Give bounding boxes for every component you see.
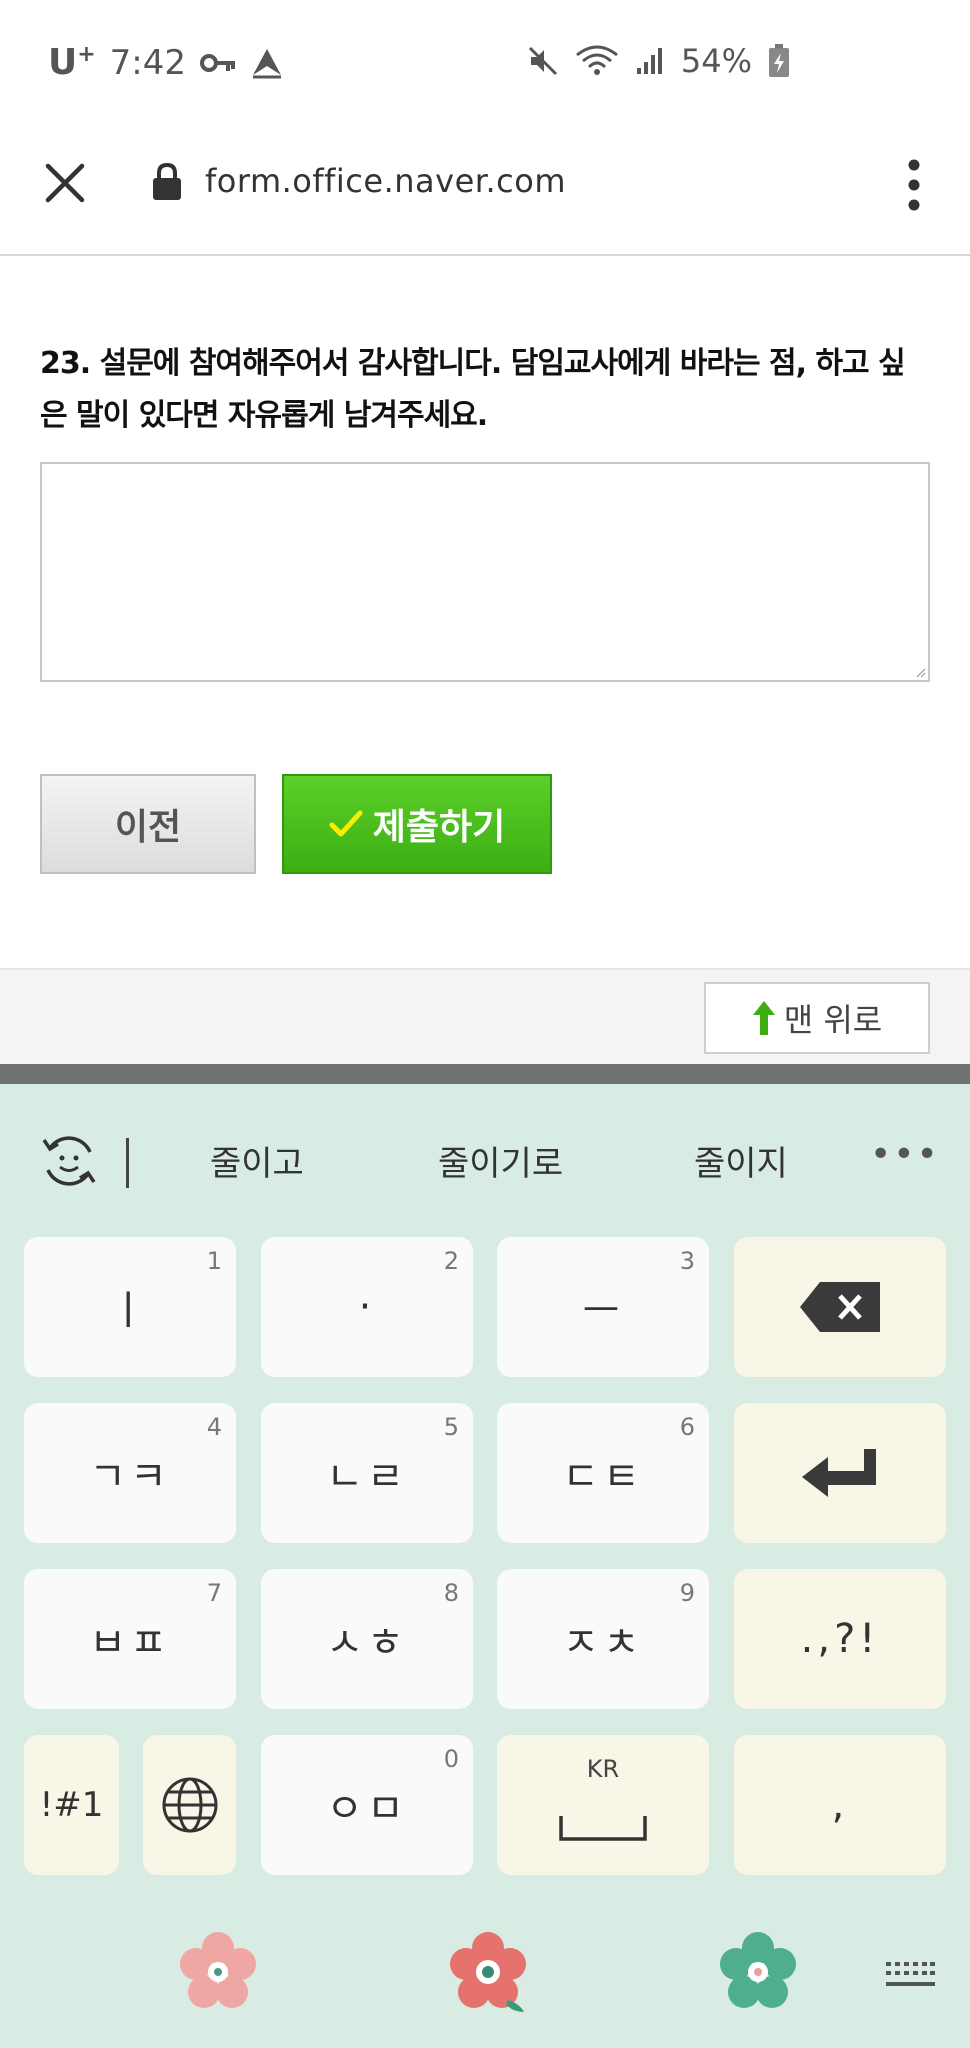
key-3-number: 3: [679, 1247, 695, 1275]
submit-button-label: 제출하기: [372, 807, 506, 848]
wifi-icon: [575, 45, 618, 75]
key-4[interactable]: 4 ㄱㅋ: [24, 1403, 236, 1543]
resize-grip-icon[interactable]: [916, 668, 926, 678]
key-6[interactable]: 6 ㄷㅌ: [497, 1403, 709, 1543]
question-text: 23. 설문에 참여해주어서 감사합니다. 담임교사에게 바라는 점, 하고 싶…: [40, 346, 906, 433]
keyboard: 줄이고 줄이기로 줄이지 ••• 1 ㅣ 2 · 3 ㅡ 4 ㄱㅋ 5 ㄴㄹ 6…: [0, 1084, 970, 2048]
punctuation-glyph: .,?!: [800, 1616, 880, 1662]
key-9[interactable]: 9 ㅈㅊ: [497, 1569, 709, 1709]
suggestion-3[interactable]: 줄이지: [694, 1136, 788, 1185]
suggestion-bar: 줄이고 줄이기로 줄이지 •••: [0, 1084, 970, 1234]
keyboard-divider: [0, 1064, 970, 1084]
carrier-sup: +: [77, 42, 96, 67]
key-4-glyph: ㄱㅋ: [89, 1454, 171, 1500]
key-8[interactable]: 8 ㅅㅎ: [261, 1569, 473, 1709]
key-5-glyph: ㄴㄹ: [326, 1454, 408, 1500]
back-to-top-label: 맨 위로: [783, 1001, 883, 1039]
more-vert-icon[interactable]: [906, 158, 922, 212]
url-text[interactable]: form.office.naver.com: [205, 162, 566, 200]
answer-textarea[interactable]: [40, 462, 930, 682]
status-bar: U+ 7:42 54%: [0, 0, 970, 130]
emoji-refresh-icon[interactable]: [40, 1132, 98, 1190]
key-4-number: 4: [206, 1413, 222, 1441]
keyboard-hide-icon[interactable]: [884, 1958, 936, 1992]
carrier-text: U: [48, 42, 78, 83]
key-3[interactable]: 3 ㅡ: [497, 1237, 709, 1377]
red-flower-icon[interactable]: [446, 1930, 530, 2014]
back-to-top-button[interactable]: 맨 위로: [704, 982, 930, 1054]
key-6-number: 6: [679, 1413, 695, 1441]
space-bar-icon: [559, 1816, 647, 1841]
key-2[interactable]: 2 ·: [261, 1237, 473, 1377]
key-0-glyph: ㅇㅁ: [326, 1786, 408, 1832]
keyboard-bottom-bar: [0, 1904, 970, 2048]
symbols-key[interactable]: !#1: [24, 1735, 119, 1875]
key-2-number: 2: [443, 1247, 459, 1275]
symbols-label: !#1: [39, 1785, 104, 1825]
key-2-glyph: ·: [358, 1284, 376, 1330]
key-5-number: 5: [443, 1413, 459, 1441]
key-7-glyph: ㅂㅍ: [89, 1620, 171, 1666]
key-3-glyph: ㅡ: [582, 1288, 624, 1334]
suggestion-more[interactable]: •••: [870, 1134, 940, 1175]
pink-flower-icon[interactable]: [176, 1930, 260, 2014]
key-7[interactable]: 7 ㅂㅍ: [24, 1569, 236, 1709]
suggestion-divider: [126, 1138, 129, 1188]
navigation-icon: [253, 48, 282, 78]
key-0-number: 0: [443, 1745, 459, 1773]
key-5[interactable]: 5 ㄴㄹ: [261, 1403, 473, 1543]
language-key[interactable]: [143, 1735, 236, 1875]
status-right: 54%: [527, 42, 790, 80]
backspace-icon: [800, 1282, 880, 1332]
green-flower-icon[interactable]: [716, 1930, 800, 2014]
comma-glyph: ,: [831, 1782, 849, 1828]
globe-icon: [162, 1777, 217, 1833]
footer-bar: 맨 위로: [0, 968, 970, 1064]
checkmark-icon: [329, 810, 363, 837]
vpn-key-icon: [200, 53, 236, 72]
signal-icon: [636, 48, 662, 74]
key-0[interactable]: 0 ㅇㅁ: [261, 1735, 473, 1875]
arrow-up-icon: [752, 1001, 775, 1035]
key-6-glyph: ㄷㅌ: [562, 1454, 644, 1500]
suggestion-1[interactable]: 줄이고: [210, 1136, 304, 1185]
prev-button[interactable]: 이전: [40, 774, 256, 874]
status-left: U+ 7:42: [48, 42, 284, 83]
battery-charging-icon: [769, 44, 789, 77]
backspace-key[interactable]: [734, 1237, 946, 1377]
comma-key[interactable]: ,: [734, 1735, 946, 1875]
close-icon[interactable]: [40, 158, 90, 208]
enter-key[interactable]: [734, 1403, 946, 1543]
lock-icon: [153, 162, 181, 200]
prev-button-label: 이전: [114, 807, 182, 848]
enter-icon: [802, 1449, 876, 1497]
key-1-number: 1: [206, 1247, 222, 1275]
key-9-number: 9: [679, 1579, 695, 1607]
key-1-glyph: ㅣ: [109, 1288, 151, 1334]
suggestion-2[interactable]: 줄이기로: [438, 1136, 563, 1185]
space-key[interactable]: KR: [497, 1735, 709, 1875]
browser-toolbar: form.office.naver.com: [0, 130, 970, 256]
battery-percent: 54%: [680, 42, 752, 80]
carrier-label: U+: [48, 42, 96, 83]
space-key-language: KR: [586, 1755, 620, 1783]
mute-icon: [528, 46, 557, 76]
submit-button[interactable]: 제출하기: [282, 774, 552, 874]
punctuation-key[interactable]: .,?!: [734, 1569, 946, 1709]
clock: 7:42: [109, 42, 187, 83]
key-8-glyph: ㅅㅎ: [326, 1620, 408, 1666]
key-8-number: 8: [443, 1579, 459, 1607]
key-7-number: 7: [206, 1579, 222, 1607]
key-1[interactable]: 1 ㅣ: [24, 1237, 236, 1377]
key-9-glyph: ㅈㅊ: [562, 1620, 644, 1666]
